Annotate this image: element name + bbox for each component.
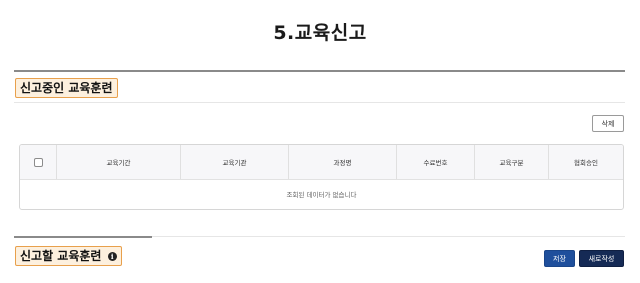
training-table: 교육기간 교육기관 과정명 수료번호 교육구분 협회승인 조회된 데이터가 없습… [19, 144, 624, 210]
section-divider [14, 70, 625, 72]
info-icon[interactable]: i [107, 252, 117, 261]
section-current-training-heading: 신고중인 교육훈련 [15, 78, 118, 98]
delete-button[interactable]: 삭제 [592, 115, 624, 132]
table-header: 교육기간 교육기관 과정명 수료번호 교육구분 협회승인 [20, 145, 623, 180]
column-header-institution: 교육기관 [180, 145, 288, 179]
select-all-checkbox[interactable] [33, 157, 43, 167]
section-new-training-heading: 신고할 교육훈련 i [15, 246, 122, 266]
save-button[interactable]: 저장 [544, 250, 575, 267]
column-header-period: 교육기간 [56, 145, 180, 179]
column-header-association-approval: 협회승인 [548, 145, 623, 179]
section-divider [14, 236, 152, 238]
column-header-training-type: 교육구분 [474, 145, 548, 179]
section-new-training-label: 신고할 교육훈련 [20, 249, 102, 263]
section-divider-light [14, 102, 625, 103]
page-title: 5.교육신고 [273, 22, 367, 44]
column-header-course-name: 과정명 [288, 145, 396, 179]
empty-table-message: 조회된 데이터가 없습니다 [286, 191, 357, 199]
header-select-cell [20, 145, 56, 179]
column-header-completion-number: 수료번호 [396, 145, 474, 179]
new-entry-button[interactable]: 새로작성 [579, 250, 624, 267]
